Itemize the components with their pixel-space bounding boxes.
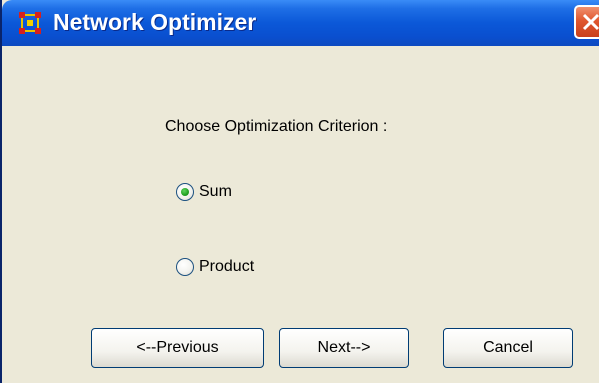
radio-button-product[interactable]: [176, 258, 194, 276]
window-title: Network Optimizer: [53, 9, 257, 35]
radio-label-sum: Sum: [199, 183, 232, 200]
close-icon: [582, 13, 599, 31]
radio-selected-dot: [181, 188, 189, 196]
previous-button[interactable]: <--Previous: [91, 328, 264, 368]
network-optimizer-dialog: Network Optimizer Choose Optimization Cr…: [0, 0, 599, 383]
cancel-button[interactable]: Cancel: [443, 328, 573, 368]
network-grid-icon: [18, 11, 42, 35]
criterion-prompt: Choose Optimization Criterion :: [165, 118, 388, 135]
radio-option-sum[interactable]: Sum: [176, 183, 232, 201]
radio-label-product: Product: [199, 258, 255, 275]
title-bar[interactable]: Network Optimizer: [2, 0, 599, 46]
radio-button-sum[interactable]: [176, 183, 194, 201]
next-button[interactable]: Next-->: [279, 328, 409, 368]
close-button[interactable]: [574, 5, 599, 39]
radio-option-product[interactable]: Product: [176, 258, 254, 276]
